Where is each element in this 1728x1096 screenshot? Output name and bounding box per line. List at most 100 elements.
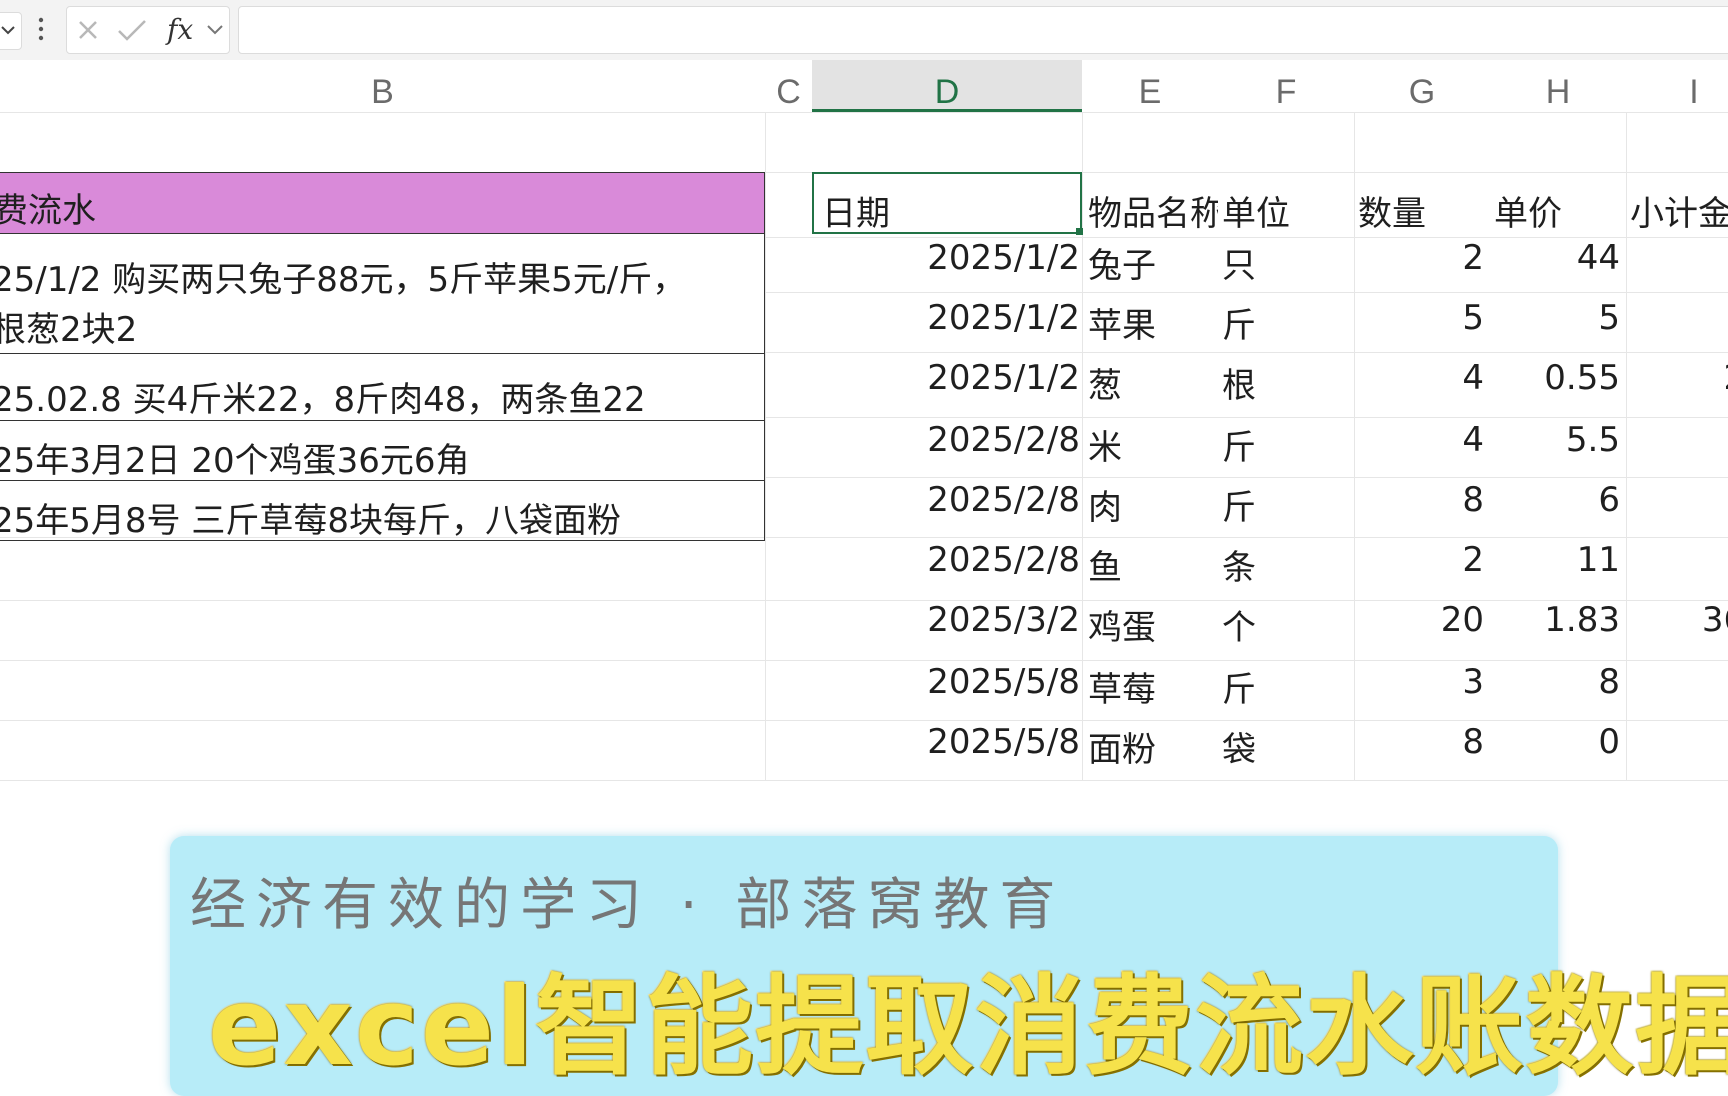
formula-bar: fx bbox=[0, 0, 1728, 61]
cell-unit[interactable]: 只 bbox=[1222, 238, 1350, 287]
cell-subtotal[interactable]: 2 bbox=[1626, 662, 1728, 702]
cell-date[interactable]: 2025/2/8 bbox=[812, 540, 1080, 580]
cell-subtotal[interactable]: 2 bbox=[1626, 540, 1728, 580]
left-table-row[interactable]: 25/1/2 购买两只兔子88元，5斤苹果5元/斤， 根葱2块2 bbox=[0, 234, 765, 354]
header-unit[interactable]: 单位 bbox=[1222, 186, 1290, 235]
cell-unit[interactable]: 斤 bbox=[1222, 662, 1350, 711]
gridline bbox=[0, 720, 1728, 721]
row-text: 25年5月8号 三斤草莓8块每斤，八袋面粉 bbox=[0, 501, 621, 541]
cell-qty[interactable]: 4 bbox=[1354, 420, 1484, 460]
cell-subtotal[interactable]: 4 bbox=[1626, 480, 1728, 520]
header-date[interactable]: 日期 bbox=[822, 186, 890, 235]
row-text: 25年3月2日 20个鸡蛋36元6角 bbox=[0, 441, 470, 481]
left-table-title-cell[interactable]: 费流水 bbox=[0, 172, 765, 234]
cell-date[interactable]: 2025/5/8 bbox=[812, 722, 1080, 762]
cell-item[interactable]: 苹果 bbox=[1088, 298, 1216, 347]
cell-qty[interactable]: 4 bbox=[1354, 358, 1484, 398]
cell-date[interactable]: 2025/1/2 bbox=[812, 298, 1080, 338]
banner-title: excel智能提取消费流水账数据 bbox=[208, 965, 1728, 1090]
cell-unit[interactable]: 袋 bbox=[1222, 722, 1350, 771]
cell-subtotal[interactable]: 8 bbox=[1626, 238, 1728, 278]
cell-item[interactable]: 草莓 bbox=[1088, 662, 1216, 711]
cell-unit[interactable]: 条 bbox=[1222, 540, 1350, 589]
gridline bbox=[765, 352, 1728, 353]
gridline bbox=[0, 780, 1728, 781]
confirm-icon[interactable] bbox=[117, 19, 147, 41]
cell-qty[interactable]: 2 bbox=[1354, 540, 1484, 580]
cell-price[interactable]: 8 bbox=[1490, 662, 1620, 702]
cell-price[interactable]: 0 bbox=[1490, 722, 1620, 762]
row-text: 25/1/2 购买两只兔子88元，5斤苹果5元/斤， bbox=[0, 260, 687, 300]
cell-unit[interactable]: 斤 bbox=[1222, 298, 1350, 347]
cell-price[interactable]: 11 bbox=[1490, 540, 1620, 580]
cell-qty[interactable]: 20 bbox=[1354, 600, 1484, 640]
cell-unit[interactable]: 根 bbox=[1222, 358, 1350, 407]
cell-item[interactable]: 鸡蛋 bbox=[1088, 600, 1216, 649]
cancel-icon[interactable] bbox=[77, 19, 99, 41]
formula-input[interactable] bbox=[238, 6, 1728, 54]
cell-unit[interactable]: 个 bbox=[1222, 600, 1350, 649]
cell-price[interactable]: 5 bbox=[1490, 298, 1620, 338]
left-table-row[interactable]: 25.02.8 买4斤米22，8斤肉48，两条鱼22 bbox=[0, 354, 765, 421]
gridline bbox=[765, 477, 1728, 478]
column-header-c[interactable]: C bbox=[765, 60, 812, 112]
cell-date[interactable]: 2025/1/2 bbox=[812, 238, 1080, 278]
cell-price[interactable]: 0.55 bbox=[1490, 358, 1620, 398]
column-header-e[interactable]: E bbox=[1082, 60, 1218, 112]
fill-handle[interactable] bbox=[1076, 228, 1083, 235]
chevron-down-icon[interactable] bbox=[207, 25, 223, 35]
cell-date[interactable]: 2025/2/8 bbox=[812, 420, 1080, 460]
left-table-row[interactable]: 25年3月2日 20个鸡蛋36元6角 bbox=[0, 421, 765, 481]
cell-item[interactable]: 面粉 bbox=[1088, 722, 1216, 771]
cell-item[interactable]: 兔子 bbox=[1088, 238, 1216, 287]
name-box-dropdown[interactable] bbox=[0, 12, 22, 50]
cell-unit[interactable]: 斤 bbox=[1222, 420, 1350, 469]
cell-qty[interactable]: 8 bbox=[1354, 722, 1484, 762]
more-vertical-icon[interactable] bbox=[36, 14, 46, 44]
header-item[interactable]: 物品名称 bbox=[1088, 186, 1218, 235]
gridline bbox=[1082, 112, 1083, 780]
cell-qty[interactable]: 5 bbox=[1354, 298, 1484, 338]
column-header-h[interactable]: H bbox=[1490, 60, 1626, 112]
left-table-row[interactable]: 25年5月8号 三斤草莓8块每斤，八袋面粉 bbox=[0, 481, 765, 541]
cell-item[interactable]: 葱 bbox=[1088, 358, 1216, 407]
cell-item[interactable]: 米 bbox=[1088, 420, 1216, 469]
cell-qty[interactable]: 8 bbox=[1354, 480, 1484, 520]
row-text: 25.02.8 买4斤米22，8斤肉48，两条鱼22 bbox=[0, 380, 646, 420]
insert-function-button[interactable]: fx bbox=[167, 13, 193, 46]
cell-unit[interactable]: 斤 bbox=[1222, 480, 1350, 529]
cell-subtotal[interactable]: 2 bbox=[1626, 420, 1728, 460]
cell-qty[interactable]: 3 bbox=[1354, 662, 1484, 702]
column-header-f[interactable]: F bbox=[1218, 60, 1354, 112]
column-header-b[interactable]: B bbox=[0, 60, 765, 112]
cell-price[interactable]: 5.5 bbox=[1490, 420, 1620, 460]
gridline bbox=[765, 112, 766, 780]
cell-item[interactable]: 鱼 bbox=[1088, 540, 1216, 589]
cell-date[interactable]: 2025/5/8 bbox=[812, 662, 1080, 702]
gridline bbox=[765, 292, 1728, 293]
cell-price[interactable]: 6 bbox=[1490, 480, 1620, 520]
cell-subtotal[interactable]: 2 bbox=[1626, 298, 1728, 338]
cell-subtotal[interactable]: 2. bbox=[1626, 358, 1728, 398]
header-price[interactable]: 单价 bbox=[1494, 186, 1562, 235]
gridline bbox=[765, 417, 1728, 418]
cell-date[interactable]: 2025/3/2 bbox=[812, 600, 1080, 640]
cell-date[interactable]: 2025/2/8 bbox=[812, 480, 1080, 520]
header-qty[interactable]: 数量 bbox=[1358, 186, 1426, 235]
banner-subtitle: 经济有效的学习 · 部落窝教育 bbox=[190, 873, 1066, 938]
cell-price[interactable]: 44 bbox=[1490, 238, 1620, 278]
header-subtotal[interactable]: 小计金 bbox=[1630, 186, 1728, 235]
cell-date[interactable]: 2025/1/2 bbox=[812, 358, 1080, 398]
chevron-down-icon bbox=[1, 26, 15, 35]
gridline bbox=[0, 660, 1728, 661]
formula-controls: fx bbox=[66, 6, 230, 54]
row-text: 根葱2块2 bbox=[0, 310, 138, 350]
column-header-i[interactable]: I bbox=[1626, 60, 1728, 112]
cell-item[interactable]: 肉 bbox=[1088, 480, 1216, 529]
column-header-g[interactable]: G bbox=[1354, 60, 1490, 112]
cell-price[interactable]: 1.83 bbox=[1490, 600, 1620, 640]
left-table-title: 费流水 bbox=[0, 191, 96, 231]
cell-qty[interactable]: 2 bbox=[1354, 238, 1484, 278]
cell-subtotal[interactable]: 36. bbox=[1626, 600, 1728, 640]
column-header-d[interactable]: D bbox=[812, 60, 1082, 112]
